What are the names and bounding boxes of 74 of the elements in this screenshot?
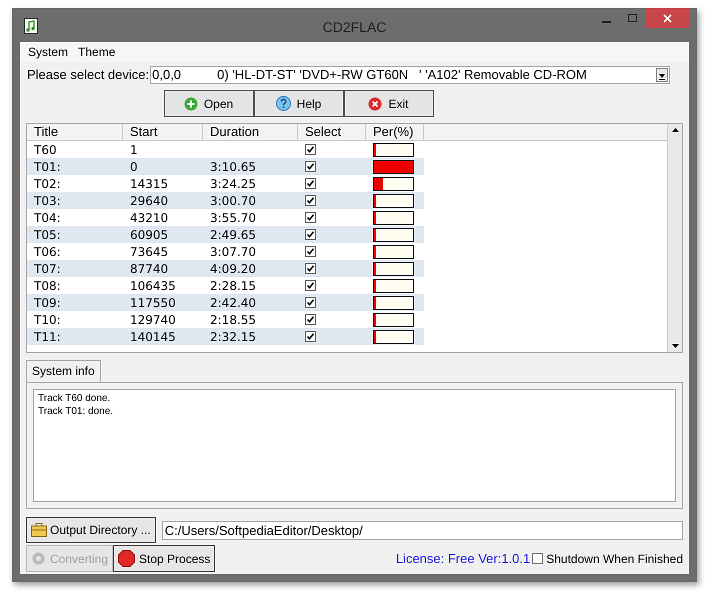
- table-cell: T05:: [34, 228, 61, 242]
- table-cell: 106435: [130, 278, 176, 292]
- output-path-field[interactable]: C:/Users/SoftpediaEditor/Desktop/: [162, 520, 683, 540]
- shutdown-label: Shutdown When Finished: [546, 550, 683, 568]
- table-cell: T02:: [34, 176, 61, 190]
- table-cell: T03:: [34, 194, 61, 208]
- table-cell: 2:49.65: [210, 228, 256, 242]
- table-cell: 2:28.15: [210, 278, 256, 292]
- output-directory-button[interactable]: Output Directory ...: [26, 517, 156, 543]
- table-cell: T06:: [34, 244, 61, 258]
- log-line: Track T60 done.: [38, 392, 112, 405]
- table-cell: T07:: [34, 262, 61, 276]
- select-checkbox[interactable]: [305, 314, 316, 325]
- table-cell: 60905: [130, 228, 168, 242]
- table-cell: T60: [34, 142, 57, 156]
- table-cell: T11:: [34, 330, 61, 344]
- select-checkbox[interactable]: [305, 144, 316, 155]
- table-cell: T04:: [34, 210, 61, 224]
- select-checkbox[interactable]: [305, 178, 316, 189]
- device-dropdown[interactable]: 0,0,0 0) 'HL-DT-ST' 'DVD+-RW GT60N ' 'A102' Removable CD-ROM: [150, 66, 670, 84]
- table-cell: 14315: [130, 176, 168, 190]
- table-cell: 3:10.65: [210, 160, 256, 174]
- table-cell: 2:32.15: [210, 330, 256, 344]
- table-cell: 3:55.70: [210, 210, 256, 224]
- select-checkbox[interactable]: [305, 280, 316, 291]
- menu-item[interactable]: System: [23, 43, 74, 61]
- table-cell: 87740: [130, 262, 168, 276]
- stop-icon: [118, 550, 136, 567]
- table-cell: T01:: [34, 160, 61, 174]
- table-cell: 73645: [130, 244, 168, 258]
- help-button[interactable]: Help: [254, 90, 344, 117]
- select-checkbox[interactable]: [305, 195, 316, 206]
- menu-item[interactable]: Theme: [73, 43, 120, 61]
- plus-icon: [184, 96, 198, 110]
- select-checkbox[interactable]: [305, 246, 316, 257]
- table-cell: 1: [130, 142, 138, 156]
- license-text: License: Free Ver:1.0.1: [396, 550, 530, 568]
- open-button[interactable]: Open: [164, 90, 254, 117]
- select-checkbox[interactable]: [305, 161, 316, 172]
- help-icon: [276, 96, 291, 111]
- window-title: CD2FLAC: [322, 18, 388, 37]
- select-checkbox[interactable]: [305, 229, 316, 240]
- scrollbar[interactable]: [667, 124, 682, 352]
- select-checkbox[interactable]: [305, 297, 316, 308]
- exit-button[interactable]: Exit: [344, 90, 434, 117]
- table-cell: T09:: [34, 296, 61, 310]
- close-button[interactable]: [645, 8, 690, 28]
- table-cell: 0: [130, 160, 138, 174]
- table-cell: 29640: [130, 194, 168, 208]
- table-cell: 117550: [130, 296, 176, 310]
- table-cell: 3:00.70: [210, 194, 256, 208]
- select-checkbox[interactable]: [305, 263, 316, 274]
- tab[interactable]: System info: [26, 360, 101, 382]
- table-cell: 3:24.25: [210, 176, 256, 190]
- music-note-icon: [24, 18, 38, 34]
- table-cell: 140145: [130, 330, 176, 344]
- table-cell: 4:09.20: [210, 262, 256, 276]
- device-label: Please select device:: [27, 66, 150, 84]
- shutdown-checkbox[interactable]: [532, 553, 544, 564]
- table-cell: 129740: [130, 312, 176, 326]
- briefcase-icon: [31, 523, 47, 537]
- table-cell: 3:07.70: [210, 244, 256, 258]
- close-icon: [368, 96, 382, 110]
- table-cell: 2:42.40: [210, 296, 256, 310]
- close-icon: [663, 14, 672, 22]
- log-line: Track T01: done.: [38, 405, 114, 418]
- select-checkbox[interactable]: [305, 212, 316, 223]
- device-value: 0,0,0 0) 'HL-DT-ST' 'DVD+-RW GT60N ' 'A102' Removable CD-ROM: [151, 66, 588, 84]
- table-cell: 2:18.55: [210, 312, 256, 326]
- stop-button[interactable]: Stop Process: [113, 545, 216, 572]
- table-cell: T10:: [34, 312, 61, 326]
- table-cell: T08:: [34, 278, 61, 292]
- select-checkbox[interactable]: [305, 331, 316, 342]
- table-cell: 43210: [130, 210, 168, 224]
